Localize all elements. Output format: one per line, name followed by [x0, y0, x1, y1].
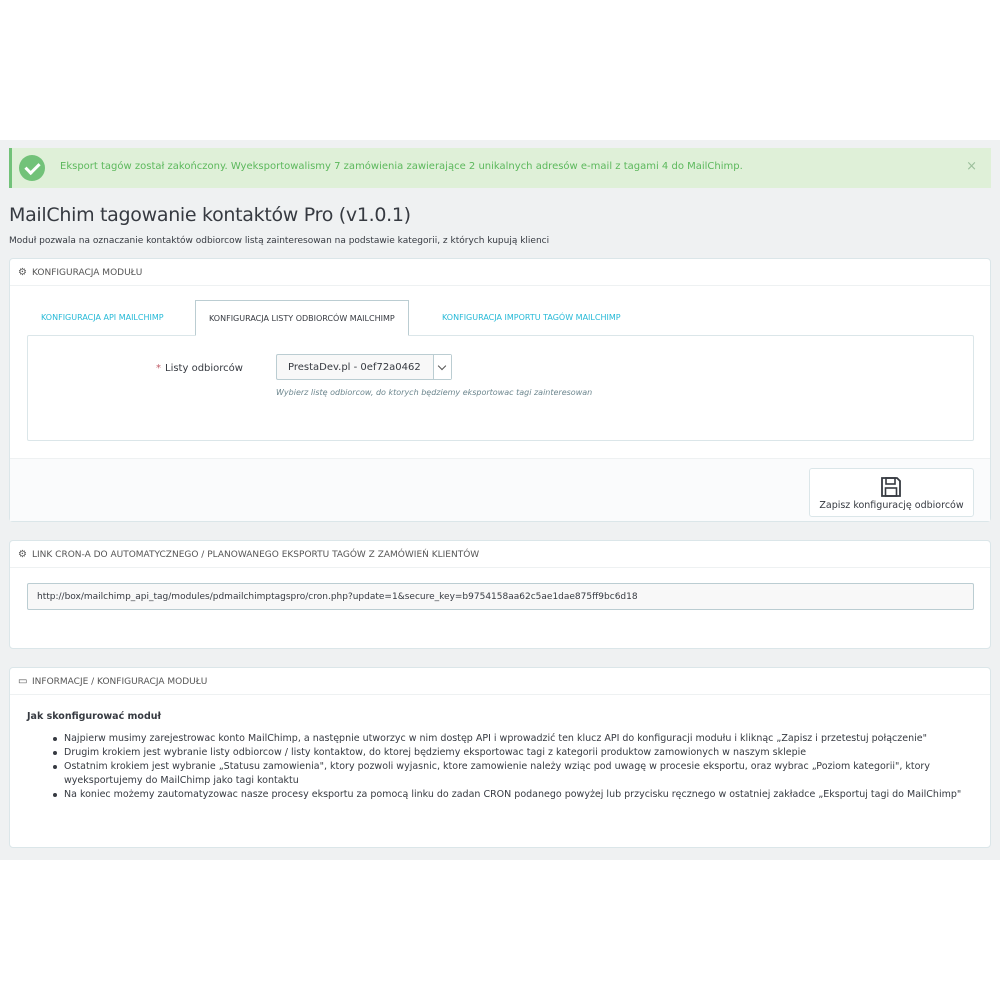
page-subtitle: Moduł pozwala na oznaczanie kontaktów od… — [9, 236, 550, 246]
panel-heading-label: LINK CRON-A DO AUTOMATYCZNEGO / PLANOWAN… — [32, 550, 480, 560]
lists-select-value: PrestaDev.pl - 0ef72a0462 — [288, 362, 421, 373]
list-item: Drugim krokiem jest wybranie listy odbio… — [53, 746, 964, 760]
panel-heading-label: KONFIGURACJA MODUŁU — [32, 268, 143, 278]
alert-message: Eksport tagów został zakończony. Wyekspo… — [60, 161, 743, 172]
info-subheading: Jak skonfigurować moduł — [27, 711, 162, 722]
cron-url-field[interactable]: http://box/mailchimp_api_tag/modules/pdm… — [27, 583, 974, 610]
tab-list-config[interactable]: KONFIGURACJA LISTY ODBIORCÓW MAILCHIMP — [195, 300, 409, 336]
info-list: Najpierw musimy zarejestrowac konto Mail… — [53, 732, 964, 802]
panel-heading-label: INFORMACJE / KONFIGURACJA MODUŁU — [32, 677, 208, 687]
list-item: Na koniec możemy zautomatyzowac nasze pr… — [53, 788, 964, 802]
list-item: Najpierw musimy zarejestrowac konto Mail… — [53, 732, 964, 746]
lists-label-text: Listy odbiorców — [165, 363, 243, 374]
check-circle-icon — [19, 155, 45, 181]
panel-heading: ▭ INFORMACJE / KONFIGURACJA MODUŁU — [10, 668, 990, 695]
save-recipients-config-button[interactable]: Zapisz konfigurację odbiorców — [809, 468, 974, 517]
required-mark: * — [156, 363, 161, 374]
panel-heading: ⚙ KONFIGURACJA MODUŁU — [10, 259, 990, 286]
tab-api-config[interactable]: KONFIGURACJA API MAILCHIMP — [41, 300, 164, 336]
floppy-disk-icon — [881, 477, 901, 497]
list-item: Ostatnim krokiem jest wybranie „Statusu … — [53, 760, 964, 788]
lists-field-hint: Wybierz listę odbiorcow, do ktorych będz… — [276, 388, 593, 397]
cogs-icon: ⚙ — [18, 267, 27, 278]
panel-heading: ⚙ LINK CRON-A DO AUTOMATYCZNEGO / PLANOWA… — [10, 541, 990, 568]
page-title: MailChim tagowanie kontaktów Pro (v1.0.1… — [9, 204, 411, 226]
save-button-label: Zapisz konfigurację odbiorców — [819, 500, 964, 511]
success-alert: Eksport tagów został zakończony. Wyekspo… — [9, 148, 991, 188]
module-config-panel: ⚙ KONFIGURACJA MODUŁU KONFIGURACJA API MA… — [9, 258, 991, 522]
tab-content: * Listy odbiorców PrestaDev.pl - 0ef72a04… — [27, 335, 974, 441]
lists-field-label: * Listy odbiorców — [156, 363, 243, 374]
page-content: Eksport tagów został zakończony. Wyekspo… — [0, 140, 1000, 860]
cogs-icon: ⚙ — [18, 549, 27, 560]
chevron-down-icon[interactable] — [433, 355, 451, 379]
lists-select[interactable]: PrestaDev.pl - 0ef72a0462 — [276, 354, 452, 380]
close-alert-button[interactable]: × — [966, 159, 977, 174]
cron-link-panel: ⚙ LINK CRON-A DO AUTOMATYCZNEGO / PLANOWA… — [9, 540, 991, 649]
credit-card-icon: ▭ — [18, 676, 28, 687]
tab-tags-import-config[interactable]: KONFIGURACJA IMPORTU TAGÓW MAILCHIMP — [442, 300, 621, 336]
info-panel: ▭ INFORMACJE / KONFIGURACJA MODUŁU Jak sk… — [9, 667, 991, 848]
panel-footer: Zapisz konfigurację odbiorców — [10, 458, 990, 521]
